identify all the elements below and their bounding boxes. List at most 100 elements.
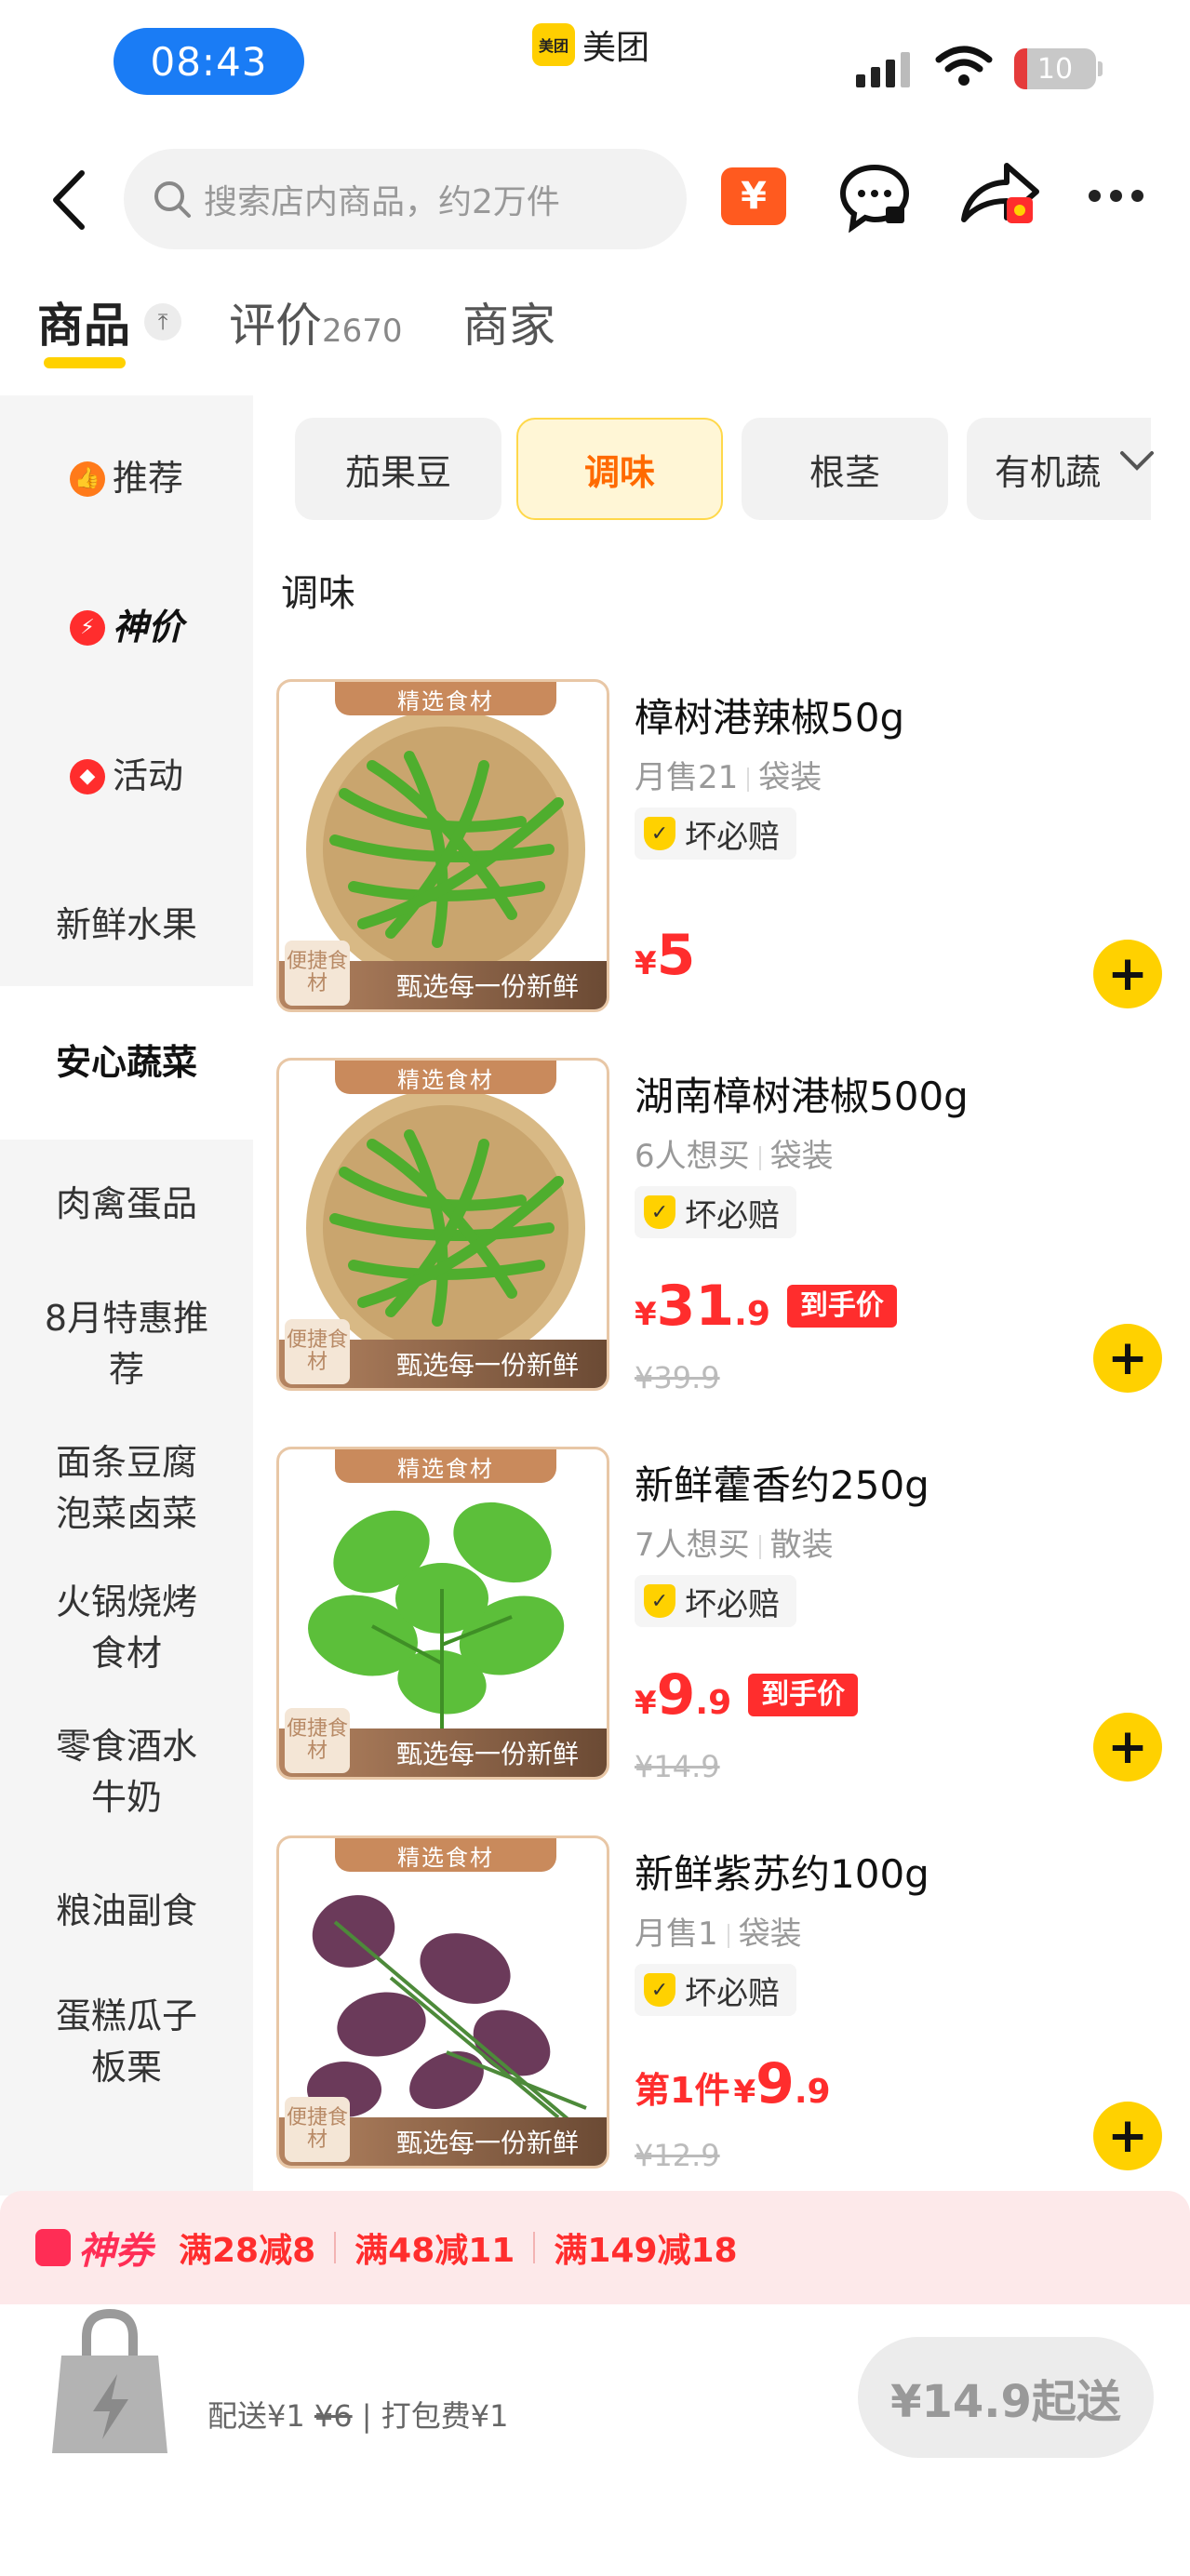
product-image[interactable]: 精选食材 甄选每一份新鲜 便捷食材 bbox=[276, 1058, 609, 1391]
shield-check-icon: ✓ bbox=[644, 1973, 675, 2007]
price-decimal: .9 bbox=[695, 1684, 732, 1722]
product-image[interactable]: 精选食材 甄选每一份新鲜 便捷食材 bbox=[276, 679, 609, 1012]
sidebar-item-label: 火锅烧烤食材 bbox=[55, 1581, 197, 1674]
price-integer: 9 bbox=[656, 1662, 696, 1728]
add-to-cart-button[interactable]: + bbox=[1093, 1324, 1162, 1393]
add-to-cart-button[interactable]: + bbox=[1093, 2102, 1162, 2170]
guarantee-label: 坏必赔 bbox=[685, 1196, 780, 1235]
section-title: 调味 bbox=[281, 572, 355, 615]
price-currency: ¥ bbox=[635, 1685, 657, 1722]
tab-bar: 商品 ⤒ 评价2670 商家 bbox=[0, 270, 1190, 391]
product-card[interactable]: 精选食材 甄选每一份新鲜 便捷食材 新鲜藿香约250g 7人想买 散装 ✓ 坏必赔 … bbox=[276, 1447, 1170, 1784]
product-name: 新鲜藿香约250g bbox=[635, 1462, 929, 1508]
chevron-down-icon[interactable] bbox=[1109, 433, 1165, 488]
collapse-up-icon[interactable]: ⤒ bbox=[144, 303, 181, 340]
original-price: ¥14.9 bbox=[635, 1749, 720, 1784]
sidebar-item-label: 神价 bbox=[112, 607, 183, 648]
lightning-icon: ⚡ bbox=[69, 610, 105, 646]
sidebar-item-recommend[interactable]: 👍 推荐 bbox=[0, 433, 253, 526]
image-badge: 便捷食材 bbox=[285, 2097, 350, 2162]
product-price: ¥ 5 bbox=[635, 923, 695, 988]
product-info: 新鲜紫苏约100g 月售1 袋装 ✓ 坏必赔 第1件 ¥ 9 .9 ¥12.9 bbox=[635, 1835, 1156, 2173]
product-meta: 7人想买 散装 bbox=[635, 1519, 834, 1565]
shopping-bag-icon[interactable] bbox=[45, 2304, 175, 2463]
sidebar-item-fruit[interactable]: 新鲜水果 bbox=[0, 879, 253, 972]
sidebar-item-noodles[interactable]: 面条豆腐泡菜卤菜 bbox=[0, 1428, 253, 1549]
product-name: 新鲜紫苏约100g bbox=[635, 1851, 929, 1897]
tab-reviews-count: 2670 bbox=[322, 313, 403, 350]
more-icon[interactable] bbox=[1089, 186, 1154, 205]
tab-merchant[interactable]: 商家 bbox=[462, 288, 555, 355]
status-app-name: 美团 bbox=[582, 29, 650, 67]
guarantee-badge: ✓ 坏必赔 bbox=[635, 808, 796, 860]
sidebar-item-label: 肉禽蛋品 bbox=[55, 1183, 197, 1225]
sidebar-item-label: 推荐 bbox=[112, 458, 183, 500]
sidebar-item-shenjia[interactable]: ⚡ 神价 bbox=[0, 581, 253, 674]
guarantee-label: 坏必赔 bbox=[685, 818, 780, 856]
deal-price-tag: 到手价 bbox=[748, 1674, 859, 1716]
checkout-button[interactable]: ¥14.9起送 bbox=[858, 2337, 1154, 2458]
back-icon[interactable] bbox=[47, 167, 91, 233]
share-icon[interactable] bbox=[958, 158, 1042, 233]
chat-icon[interactable] bbox=[837, 162, 912, 233]
product-image[interactable]: 精选食材 甄选每一份新鲜 便捷食材 bbox=[276, 1835, 609, 2169]
tab-merchant-label: 商家 bbox=[462, 299, 555, 353]
tab-products[interactable]: 商品 bbox=[37, 288, 130, 355]
product-meta: 月售21 袋装 bbox=[635, 752, 822, 797]
product-info: 湖南樟树港椒500g 6人想买 袋装 ✓ 坏必赔 ¥ 31 .9 到手价 ¥39.9 bbox=[635, 1058, 1156, 1395]
sidebar-item-label: 新鲜水果 bbox=[55, 904, 197, 946]
product-card[interactable]: 精选食材 甄选每一份新鲜 便捷食材 新鲜紫苏约100g 月售1 袋装 ✓ 坏必赔 第… bbox=[276, 1835, 1170, 2173]
tab-reviews[interactable]: 评价2670 bbox=[229, 288, 403, 355]
sidebar-item-hotpot[interactable]: 火锅烧烤食材 bbox=[0, 1568, 253, 1688]
add-to-cart-button[interactable]: + bbox=[1093, 940, 1162, 1008]
product-sales: 月售1 bbox=[635, 1915, 718, 1953]
tab-products-label: 商品 bbox=[37, 299, 130, 353]
image-banner: 精选食材 bbox=[335, 1449, 556, 1483]
sidebar-item-snacks[interactable]: 零食酒水牛奶 bbox=[0, 1712, 253, 1833]
sidebar-item-meat[interactable]: 肉禽蛋品 bbox=[0, 1158, 253, 1251]
product-sales: 6人想买 bbox=[635, 1138, 750, 1175]
sidebar-item-cake[interactable]: 蛋糕瓜子板栗 bbox=[0, 1982, 253, 2102]
coupon-item: 满149减18 bbox=[554, 2232, 738, 2270]
sidebar-item-august[interactable]: 8月特惠推荐 bbox=[0, 1284, 253, 1405]
sidebar-item-grain[interactable]: 粮油副食 bbox=[0, 1865, 253, 1958]
product-price: 第1件 ¥ 9 .9 bbox=[635, 2051, 831, 2116]
product-sales: 7人想买 bbox=[635, 1527, 750, 1564]
guarantee-badge: ✓ 坏必赔 bbox=[635, 1964, 796, 2016]
price-integer: 5 bbox=[656, 923, 696, 988]
guarantee-badge: ✓ 坏必赔 bbox=[635, 1186, 796, 1238]
coupon-bar[interactable]: 神券 满28减8 满48减11 满149减18 bbox=[0, 2191, 1190, 2304]
sidebar-item-label: 面条豆腐泡菜卤菜 bbox=[55, 1441, 197, 1534]
chip-seasoning[interactable]: 调味 bbox=[516, 418, 723, 520]
product-pack: 袋装 bbox=[769, 1138, 834, 1175]
coupon-button[interactable]: ¥ bbox=[721, 167, 786, 225]
product-meta: 6人想买 袋装 bbox=[635, 1130, 834, 1176]
sidebar-item-vegetables[interactable]: 安心蔬菜 bbox=[0, 986, 253, 1140]
sidebar-item-activity[interactable]: ◆ 活动 bbox=[0, 730, 253, 823]
chip-nightshade[interactable]: 茄果豆 bbox=[295, 418, 501, 520]
subcategory-chips: 茄果豆 调味 根茎 有机蔬 bbox=[295, 418, 1151, 520]
deal-price-tag: 到手价 bbox=[786, 1285, 897, 1328]
coupon-item: 满28减8 bbox=[179, 2232, 316, 2270]
product-price: ¥ 31 .9 到手价 bbox=[635, 1274, 897, 1339]
price-integer: 9 bbox=[755, 2051, 795, 2116]
guarantee-badge: ✓ 坏必赔 bbox=[635, 1575, 796, 1627]
chip-root[interactable]: 根茎 bbox=[742, 418, 948, 520]
add-to-cart-button[interactable]: + bbox=[1093, 1713, 1162, 1782]
product-sales: 月售21 bbox=[635, 759, 739, 796]
product-card[interactable]: 精选食材 甄选每一份新鲜 便捷食材 湖南樟树港椒500g 6人想买 袋装 ✓ 坏必赔… bbox=[276, 1058, 1170, 1395]
original-price: ¥39.9 bbox=[635, 1360, 720, 1395]
cart-bar: 配送¥1 ¥6 | 打包费¥1 ¥14.9起送 bbox=[0, 2304, 1190, 2576]
top-nav: 搜索店内商品，约2万件 ¥ bbox=[0, 140, 1190, 260]
tab-active-indicator bbox=[44, 357, 126, 368]
tab-reviews-label: 评价 bbox=[229, 299, 322, 353]
search-input[interactable]: 搜索店内商品，约2万件 bbox=[124, 149, 687, 249]
product-card[interactable]: 精选食材 甄选每一份新鲜 便捷食材 樟树港辣椒50g 月售21 袋装 ✓ 坏必赔 ¥… bbox=[276, 679, 1170, 1014]
search-placeholder: 搜索店内商品，约2万件 bbox=[204, 183, 560, 221]
category-sidebar: 👍 推荐 ⚡ 神价 ◆ 活动 新鲜水果 安心蔬菜 肉禽蛋品 8月特惠推荐 面条豆… bbox=[0, 395, 253, 2196]
product-image[interactable]: 精选食材 甄选每一份新鲜 便捷食材 bbox=[276, 1447, 609, 1780]
image-banner: 精选食材 bbox=[335, 1061, 556, 1094]
battery-tip bbox=[1098, 61, 1103, 76]
status-bar: 08:43 美团 美团 10 bbox=[0, 0, 1190, 130]
signal-icon bbox=[856, 52, 910, 87]
